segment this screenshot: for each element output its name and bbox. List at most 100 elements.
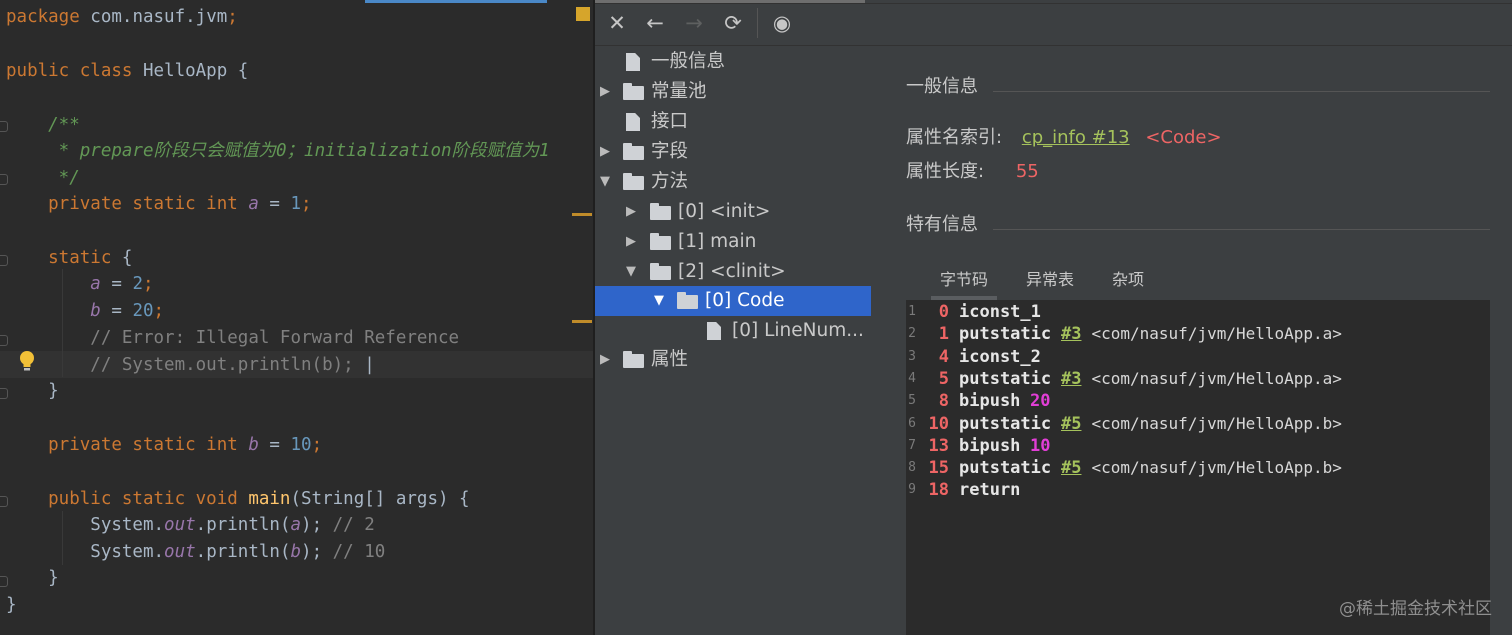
refresh-icon[interactable]: ⟳ — [720, 10, 746, 36]
constant-pool-ref-link[interactable]: #5 — [1061, 414, 1081, 434]
tree-item-constant-pool[interactable]: ▶ 常量池 — [595, 77, 871, 107]
code-line[interactable]: } — [6, 592, 17, 618]
bytecode-row[interactable]: 4 5 putstatic #3 <com/nasuf/jvm/HelloApp.a> — [906, 368, 1490, 390]
code-line[interactable]: public class HelloApp { — [6, 58, 248, 84]
expand-arrow-icon[interactable]: ▶ — [598, 77, 612, 107]
code-token: = — [258, 435, 291, 455]
globe-icon[interactable]: ◉ — [769, 10, 795, 36]
expand-arrow-icon[interactable]: ▶ — [624, 197, 638, 227]
code-token: /** — [6, 115, 80, 135]
code-line[interactable]: } — [6, 378, 59, 404]
constant-pool-ref-link[interactable]: #3 — [1061, 369, 1081, 389]
ref-comment: <com/nasuf/jvm/HelloApp.a> — [1091, 324, 1342, 344]
code-token: = — [258, 194, 291, 214]
code-line[interactable]: // System.out.println(b); | — [6, 352, 375, 378]
code-line[interactable]: static { — [6, 245, 132, 271]
code-token: 10 — [290, 435, 312, 455]
opcode: bipush — [959, 391, 1021, 412]
code-token: ); — [301, 542, 333, 562]
line-number: 8 — [908, 460, 916, 476]
tree-item-fields[interactable]: ▶ 字段 — [595, 137, 871, 167]
warning-stripe[interactable] — [572, 213, 592, 216]
code-line[interactable]: */ — [6, 165, 80, 191]
warning-stripe[interactable] — [572, 320, 592, 323]
tree-item-methods[interactable]: ▼ 方法 — [595, 167, 871, 197]
bytecode-listing[interactable]: 1 0 iconst_1 2 1 putstatic #3 <com/nasuf/jvm/He… — [906, 300, 1490, 635]
code-token: b — [248, 435, 259, 455]
code-token: ; — [143, 274, 154, 294]
active-tab-indicator — [365, 0, 547, 3]
bytecode-row[interactable]: 3 4 iconst_2 — [906, 346, 1490, 368]
collapse-arrow-icon[interactable]: ▼ — [652, 286, 666, 316]
tree-item-method-init[interactable]: ▶ [0] <init> — [595, 197, 871, 227]
bytecode-row[interactable]: 5 8 bipush 20 — [906, 390, 1490, 412]
tree-item-line-number-table[interactable]: [0] LineNum... — [595, 316, 871, 346]
code-editor[interactable]: package com.nasuf.jvm; public class Hello… — [0, 0, 593, 635]
collapse-arrow-icon[interactable]: ▼ — [624, 257, 638, 287]
tab-misc[interactable]: 杂项 — [1103, 268, 1153, 296]
watermark: @稀土掘金技术社区 — [1339, 599, 1492, 619]
line-number: 2 — [908, 326, 916, 342]
tree-item-method-main[interactable]: ▶ [1] main — [595, 227, 871, 257]
code-line[interactable]: private static int a = 1; — [6, 191, 311, 217]
code-line[interactable]: private static int b = 10; — [6, 432, 322, 458]
inspection-status-icon[interactable] — [576, 7, 590, 21]
expand-arrow-icon[interactable]: ▶ — [598, 345, 612, 375]
forward-arrow-icon[interactable]: → — [681, 10, 707, 36]
code-token: ; — [153, 301, 165, 321]
cp-info-link[interactable]: cp_info #13 — [1022, 127, 1130, 148]
opcode: putstatic — [959, 458, 1052, 479]
code-line[interactable]: a = 2; — [6, 271, 154, 297]
code-line[interactable]: } — [6, 565, 59, 591]
tree-item-interfaces[interactable]: 接口 — [595, 107, 871, 137]
code-token: { — [121, 248, 133, 268]
bytecode-row[interactable]: 7 13 bipush 10 — [906, 435, 1490, 457]
code-line[interactable]: package com.nasuf.jvm; — [6, 4, 238, 30]
code-line[interactable]: System.out.println(b); // 10 — [6, 539, 385, 565]
constant-pool-ref-link[interactable]: #5 — [1061, 458, 1081, 478]
code-token: HelloApp { — [142, 61, 249, 81]
bytecode-row[interactable]: 6 10 putstatic #5 <com/nasuf/jvm/HelloApp.b> — [906, 413, 1490, 435]
code-token: 2 — [132, 274, 143, 294]
bytecode-offset: 5 — [938, 368, 949, 389]
tree-item-attributes[interactable]: ▶ 属性 — [595, 345, 871, 375]
code-line[interactable]: b = 20; — [6, 298, 164, 324]
opcode: putstatic — [959, 368, 1052, 389]
code-token: private static int — [6, 194, 249, 214]
tab-exception-table[interactable]: 异常表 — [1017, 268, 1083, 296]
opcode: iconst_2 — [959, 346, 1041, 367]
code-line[interactable]: * prepare阶段只会赋值为0；initialization阶段赋值为1 — [6, 138, 550, 164]
bytecode-row[interactable]: 9 18 return — [906, 479, 1490, 501]
code-line[interactable]: /** — [6, 112, 80, 138]
folder-icon — [677, 292, 698, 309]
code-line[interactable]: // Error: Illegal Forward Reference — [6, 325, 459, 351]
operands: 20 — [1030, 390, 1050, 412]
tree-item-general[interactable]: 一般信息 — [595, 47, 871, 77]
tree-item-code[interactable]: ▼ [0] Code — [595, 286, 871, 316]
immediate-value: 10 — [1030, 435, 1051, 456]
bytecode-row[interactable]: 2 1 putstatic #3 <com/nasuf/jvm/HelloApp.a> — [906, 323, 1490, 345]
code-token: = — [100, 274, 133, 294]
line-number: 4 — [908, 370, 916, 386]
opcode: putstatic — [959, 324, 1052, 345]
tree-item-method-clinit[interactable]: ▼ [2] <clinit> — [595, 257, 871, 287]
constant-pool-ref-link[interactable]: #3 — [1061, 324, 1081, 344]
code-token: package — [6, 7, 91, 27]
back-arrow-icon[interactable]: ← — [642, 10, 668, 36]
bytecode-offset: 10 — [928, 413, 949, 434]
expand-arrow-icon[interactable]: ▶ — [624, 227, 638, 257]
bytecode-row[interactable]: 8 15 putstatic #5 <com/nasuf/jvm/HelloApp.b> — [906, 457, 1490, 479]
code-line[interactable]: public static void main(String[] args) { — [6, 486, 469, 512]
operands: #3 <com/nasuf/jvm/HelloApp.a> — [1061, 368, 1342, 390]
file-icon — [707, 322, 721, 340]
tab-bytecode[interactable]: 字节码 — [931, 268, 997, 300]
collapse-arrow-icon[interactable]: ▼ — [598, 167, 612, 197]
bytecode-row[interactable]: 1 0 iconst_1 — [906, 301, 1490, 323]
code-line[interactable]: System.out.println(a); // 2 — [6, 512, 375, 538]
expand-arrow-icon[interactable]: ▶ — [598, 137, 612, 167]
code-token: a — [290, 515, 302, 535]
file-icon — [626, 53, 640, 71]
close-icon[interactable]: ✕ — [604, 10, 630, 36]
line-number: 5 — [908, 393, 916, 409]
